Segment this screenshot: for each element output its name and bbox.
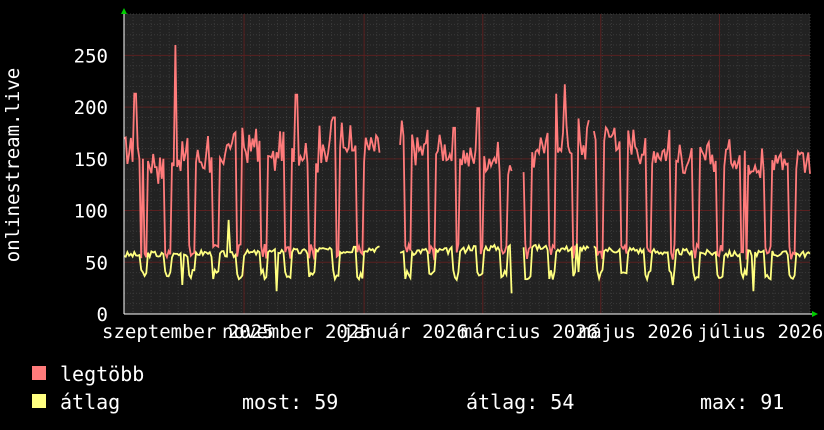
legend-row-avg: átlag most: 59 átlag: 54 max: 91 bbox=[32, 388, 824, 416]
y-tick-label: 200 bbox=[74, 97, 108, 119]
y-tick-labels: 050100150200250 bbox=[74, 45, 108, 326]
legend-label-max: legtöbb bbox=[60, 362, 145, 386]
y-tick-label: 150 bbox=[74, 149, 108, 171]
legend-swatch-avg bbox=[32, 394, 46, 408]
x-tick-label: január 2026 bbox=[342, 321, 468, 343]
y-tick-label: 50 bbox=[85, 252, 108, 274]
legend-row-max: legtöbb bbox=[32, 360, 824, 388]
y-tick-label: 250 bbox=[74, 45, 108, 67]
y-tick-label: 100 bbox=[74, 201, 108, 223]
x-tick-labels: szeptember 2025november 2025január 2026m… bbox=[102, 321, 823, 343]
stat-average: átlag: 54 bbox=[466, 390, 575, 414]
y-axis-arrow bbox=[121, 8, 127, 14]
x-tick-label: július 2026 bbox=[697, 321, 823, 343]
legend-swatch-max bbox=[32, 366, 46, 380]
stat-now: most: 59 bbox=[242, 390, 339, 414]
x-axis-arrow bbox=[812, 311, 818, 317]
x-tick-label: május 2026 bbox=[579, 321, 693, 343]
legend: legtöbb átlag most: 59 átlag: 54 max: 91 bbox=[32, 360, 824, 416]
y-axis-label: onlinestream.live bbox=[2, 68, 24, 262]
legend-label-avg: átlag bbox=[60, 390, 121, 414]
x-tick-label: március 2026 bbox=[461, 321, 598, 343]
stat-max: max: 91 bbox=[700, 390, 785, 414]
